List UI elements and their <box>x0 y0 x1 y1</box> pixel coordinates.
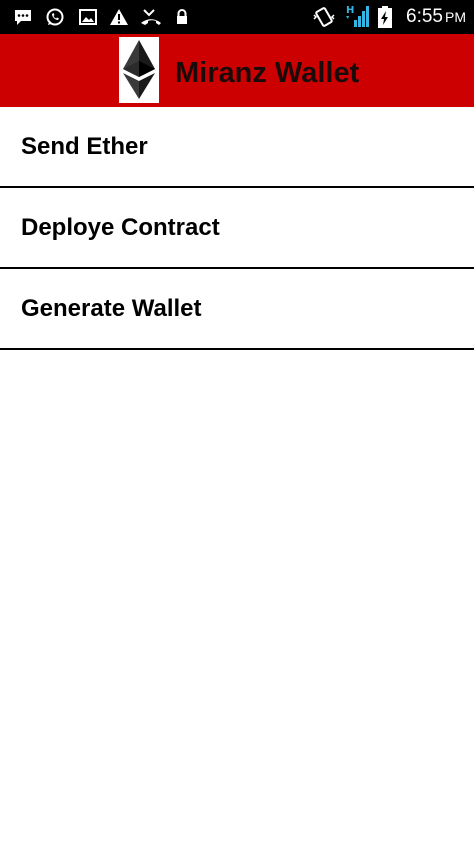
status-time: 6:55 PM <box>406 5 466 29</box>
status-bar: H 6:55 PM <box>0 0 474 34</box>
missed-call-icon <box>141 9 161 25</box>
menu-item-deploy-contract[interactable]: Deploye Contract <box>0 188 474 269</box>
warning-icon <box>110 9 128 25</box>
menu-item-label: Deploye Contract <box>21 214 220 241</box>
signal-icon: H <box>346 5 369 27</box>
app-bar: Miranz Wallet <box>0 34 474 107</box>
menu-item-label: Generate Wallet <box>21 295 202 322</box>
vibrate-icon <box>313 7 335 27</box>
message-icon <box>15 10 31 25</box>
image-icon <box>79 9 97 25</box>
lock-icon <box>177 9 187 24</box>
ethereum-logo <box>119 37 159 103</box>
status-time-ampm: PM <box>445 9 466 25</box>
status-time-value: 6:55 <box>406 6 443 27</box>
menu-item-send-ether[interactable]: Send Ether <box>0 107 474 188</box>
menu-item-label: Send Ether <box>21 133 148 160</box>
battery-charging-icon <box>378 6 392 28</box>
whatsapp-icon <box>46 8 64 26</box>
app-title: Miranz Wallet <box>175 57 360 89</box>
menu-list: Send Ether Deploye Contract Generate Wal… <box>0 107 474 350</box>
menu-item-generate-wallet[interactable]: Generate Wallet <box>0 269 474 350</box>
svg-text:H: H <box>346 5 354 16</box>
